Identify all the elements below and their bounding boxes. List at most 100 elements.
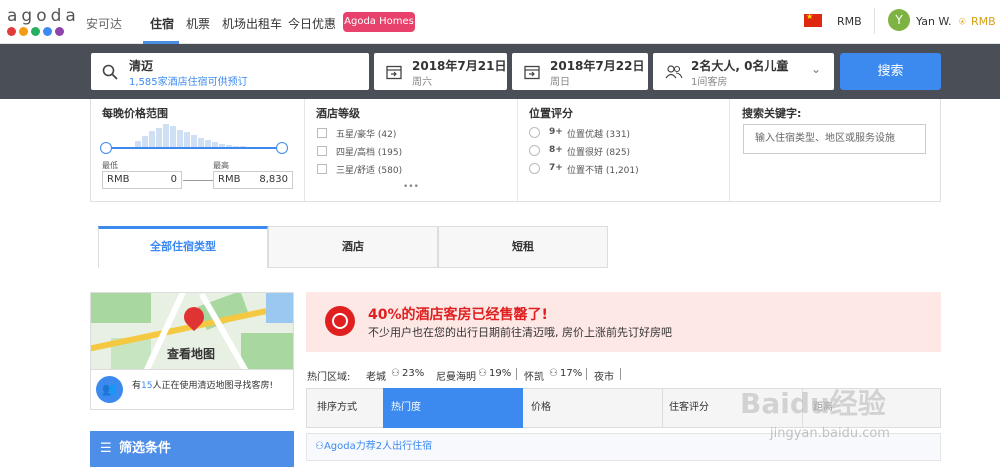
- district-wuai[interactable]: 怀凯: [524, 368, 544, 383]
- rating-7-score: 7+: [549, 163, 563, 173]
- tab-airport-taxi[interactable]: 机场出租车: [222, 15, 282, 32]
- sort-label: 排序方式: [317, 402, 357, 413]
- stars-title: 酒店等级: [316, 107, 360, 120]
- rooms-value: 1间客房: [691, 77, 728, 88]
- tab-vacation-rentals[interactable]: 短租: [438, 226, 608, 268]
- map-users-banner: 👥 有15人正在使用清迈地图寻找客房!: [90, 370, 294, 410]
- guests-value: 2名大人, 0名儿童: [691, 59, 789, 73]
- checkout-date: 2018年7月22日: [550, 59, 645, 73]
- district-separator: [516, 368, 517, 380]
- points-icon: ⍟: [959, 15, 966, 28]
- points-balance[interactable]: RMB: [971, 15, 996, 28]
- tab-hotels[interactable]: 酒店: [268, 226, 438, 268]
- price-min-value: 0: [170, 174, 177, 185]
- map-users-text: 有15人正在使用清迈地图寻找客房!: [132, 381, 274, 391]
- agoda-homes-button[interactable]: Agoda Homes: [343, 12, 415, 32]
- tab-accommodation[interactable]: 住宿: [150, 15, 174, 32]
- filter-divider: [729, 99, 730, 201]
- tab-deals[interactable]: 今日优惠: [288, 15, 336, 32]
- checkin-field[interactable]: 2018年7月21日 周六: [374, 53, 507, 90]
- sold-out-alert: 40%的酒店客房已经售罄了! 不少用户也在您的出行日期前往清迈哦, 房价上涨前先…: [306, 292, 941, 352]
- currency-selector[interactable]: RMB: [837, 15, 862, 28]
- price-max-value: 8,830: [259, 174, 288, 185]
- sort-price[interactable]: 价格: [531, 389, 551, 427]
- filter-divider: [304, 99, 305, 201]
- price-max-handle[interactable]: [276, 142, 288, 154]
- sliders-icon: ☰: [100, 441, 112, 456]
- top-navigation: agoda 安可达 住宿 机票 机场出租车 今日优惠 Agoda Homes R…: [0, 0, 1000, 44]
- chevron-down-icon: ⌄: [811, 62, 822, 76]
- search-button[interactable]: 搜索: [840, 53, 941, 90]
- rating-9-label: 位置优越 (331): [567, 130, 631, 140]
- keyword-title: 搜索关键字:: [742, 107, 802, 120]
- calendar-out-icon: [524, 65, 540, 80]
- checkin-date: 2018年7月21日: [412, 59, 507, 73]
- district-nightmarket[interactable]: 夜市: [594, 368, 614, 383]
- hot-districts-label: 热门区域:: [307, 372, 351, 383]
- watermark: Baidu经验: [740, 387, 886, 420]
- tab-all-property-types[interactable]: 全部住宿类型: [98, 226, 268, 268]
- district-oldcity[interactable]: 老城: [366, 368, 386, 383]
- keyword-input[interactable]: 输入住宿类型、地区或服务设施: [743, 124, 926, 154]
- logo-dots: [7, 27, 64, 36]
- rating-8-radio[interactable]: [529, 145, 540, 156]
- star-3-checkbox[interactable]: [317, 164, 327, 174]
- destination-value: 清迈: [129, 59, 154, 73]
- star-4-checkbox[interactable]: [317, 146, 327, 156]
- sort-divider: [662, 389, 663, 427]
- watermark-url: jingyan.baidu.com: [770, 426, 890, 441]
- star-4-label: 四星/高档 (195): [336, 148, 403, 158]
- district-nimman-pct: 19%: [489, 368, 512, 379]
- destination-field[interactable]: 清迈 1,585家酒店住宿可供预订: [91, 53, 369, 90]
- star-5-label: 五星/豪华 (42): [336, 130, 397, 140]
- china-flag-icon[interactable]: [804, 12, 822, 27]
- district-separator: [620, 368, 621, 380]
- view-map-label[interactable]: 查看地图: [167, 345, 215, 362]
- price-min-handle[interactable]: [100, 142, 112, 154]
- people-icon: ⚇: [315, 441, 324, 452]
- price-min-currency: RMB: [107, 174, 130, 185]
- logo-cn: 安可达: [86, 17, 123, 31]
- destination-sub: 1,585家酒店住宿可供预订: [129, 77, 248, 88]
- alert-gauge-icon: [325, 306, 355, 336]
- guests-icon: [665, 65, 683, 79]
- rating-9-score: 9+: [549, 127, 563, 137]
- star-5-checkbox[interactable]: [317, 128, 327, 138]
- avatar[interactable]: Y: [888, 9, 910, 31]
- price-range-dash: [183, 180, 213, 181]
- checkin-day: 周六: [412, 77, 432, 88]
- sort-popularity[interactable]: 热门度: [383, 388, 523, 428]
- calendar-in-icon: [386, 65, 402, 80]
- price-slider-track[interactable]: [105, 147, 281, 149]
- search-icon: [102, 64, 118, 80]
- price-max-currency: RMB: [218, 174, 241, 185]
- district-separator: [586, 368, 587, 380]
- filter-conditions-button[interactable]: ☰ 筛选条件: [90, 431, 294, 467]
- district-nimman[interactable]: 尼曼海明: [436, 368, 476, 383]
- price-min-input[interactable]: RMB 0: [102, 171, 182, 189]
- person-icon: ⚇: [391, 368, 400, 379]
- rating-9-radio[interactable]: [529, 127, 540, 138]
- star-3-label: 三星/舒适 (580): [336, 166, 403, 176]
- price-histogram: [135, 124, 253, 149]
- filter-panel: 每晚价格范围 最低 最高 RMB 0 RMB 8,830 酒店等级 五星/豪华 …: [90, 99, 941, 202]
- agoda-logo[interactable]: agoda: [7, 6, 80, 26]
- search-bar: 清迈 1,585家酒店住宿可供预订 2018年7月21日 周六 2018年7月2…: [0, 44, 1000, 99]
- checkout-field[interactable]: 2018年7月22日 周日: [512, 53, 648, 90]
- sort-rating[interactable]: 住客评分: [669, 389, 709, 427]
- more-stars-button[interactable]: •••: [403, 182, 419, 192]
- users-icon: 👥: [96, 376, 123, 403]
- tab-flights[interactable]: 机票: [186, 15, 210, 32]
- price-max-input[interactable]: RMB 8,830: [213, 171, 293, 189]
- user-name[interactable]: Yan W.: [916, 15, 952, 28]
- person-icon: ⚇: [478, 368, 487, 379]
- person-icon: ⚇: [549, 368, 558, 379]
- price-min-label: 最低: [102, 161, 118, 170]
- rating-title: 位置评分: [529, 107, 573, 120]
- guests-field[interactable]: 2名大人, 0名儿童 1间客房 ⌄: [653, 53, 834, 90]
- rating-7-radio[interactable]: [529, 163, 540, 174]
- rating-8-label: 位置很好 (825): [567, 148, 631, 158]
- district-oldcity-pct: 23%: [402, 368, 425, 379]
- rating-7-label: 位置不错 (1,201): [567, 166, 639, 176]
- district-wuai-pct: 17%: [560, 368, 583, 379]
